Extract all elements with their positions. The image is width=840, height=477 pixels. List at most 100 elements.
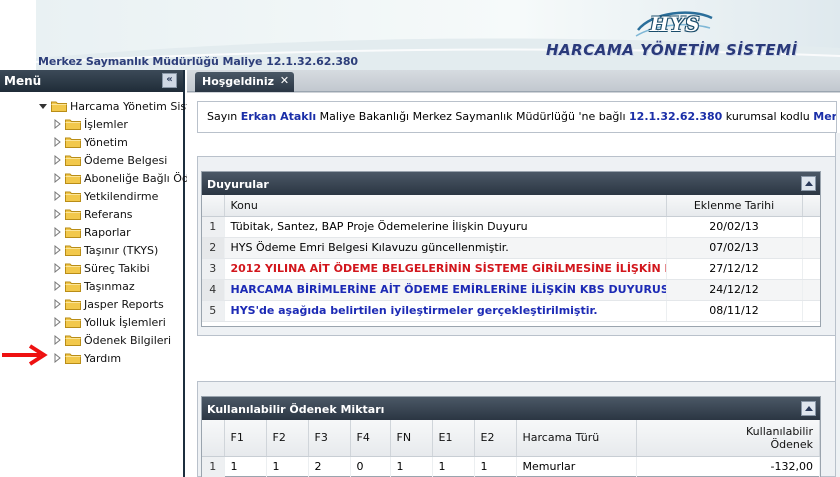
announcement-subject-text[interactable]: HYS'de aşağıda belirtilen iyileştirmeler… bbox=[231, 304, 598, 317]
announcements-col-subject[interactable]: Konu bbox=[224, 195, 667, 217]
announcement-subject[interactable]: HYS'de aşağıda belirtilen iyileştirmeler… bbox=[224, 300, 667, 322]
budget-col-fn[interactable]: FN bbox=[390, 420, 433, 457]
folder-icon bbox=[65, 334, 81, 346]
menu-root-item[interactable]: Harcama Yönetim Sisten bbox=[38, 98, 204, 114]
announcement-date: 08/11/12 bbox=[666, 300, 803, 322]
expand-arrow-icon[interactable] bbox=[52, 209, 62, 219]
announcement-subject-text[interactable]: HARCAMA BİRİMLERİNE AİT ÖDEME EMİRLERİNE… bbox=[231, 283, 666, 296]
welcome-banner: Sayın Erkan Ataklı Maliye Bakanlığı Merk… bbox=[197, 101, 837, 133]
announcement-subject-text[interactable]: Tübitak, Santez, BAP Proje Ödemelerine İ… bbox=[231, 220, 528, 233]
tab-close-icon[interactable]: ✕ bbox=[280, 74, 289, 87]
expand-arrow-icon[interactable] bbox=[52, 281, 62, 291]
menu-item[interactable]: Yardım bbox=[52, 350, 121, 366]
expand-arrow-icon[interactable] bbox=[52, 299, 62, 309]
budget-col-available-line2: Ödenek bbox=[770, 437, 813, 451]
expand-arrow-icon[interactable] bbox=[52, 317, 62, 327]
announcement-row[interactable]: 3 2012 YILINA AİT ÖDEME BELGELERİNİN SİST… bbox=[202, 258, 820, 280]
expand-arrow-icon[interactable] bbox=[52, 335, 62, 345]
menu-item-label: Ödenek Bilgileri bbox=[84, 333, 172, 347]
budget-cell-f2: 1 bbox=[266, 456, 309, 477]
menu-item-label: Jasper Reports bbox=[84, 297, 164, 311]
budget-row[interactable]: 1 1 1 2 0 1 1 1 Memurlar -132,00 bbox=[202, 456, 820, 477]
menu-item-label: Ödeme Belgesi bbox=[84, 153, 168, 167]
expand-arrow-icon[interactable] bbox=[52, 155, 62, 165]
folder-icon bbox=[65, 172, 81, 184]
menu-item[interactable]: Aboneliğe Bağlı Öden bbox=[52, 170, 203, 186]
expand-arrow-icon[interactable] bbox=[52, 353, 62, 363]
budget-cell-f3: 2 bbox=[308, 456, 351, 477]
announcement-subject-text[interactable]: HYS Ödeme Emri Belgesi Kılavuzu güncelle… bbox=[231, 241, 509, 254]
tab-welcome[interactable]: Hoşgeldiniz ✕ bbox=[195, 72, 295, 92]
announcement-subject[interactable]: HARCAMA BİRİMLERİNE AİT ÖDEME EMİRLERİNE… bbox=[224, 279, 667, 301]
menu-item[interactable]: Ödenek Bilgileri bbox=[52, 332, 171, 348]
announcement-row[interactable]: 2 HYS Ödeme Emri Belgesi Kılavuzu güncell… bbox=[202, 237, 820, 259]
menu-item[interactable]: Yolluk İşlemleri bbox=[52, 314, 166, 330]
expand-arrow-icon[interactable] bbox=[52, 263, 62, 273]
folder-icon bbox=[65, 244, 81, 256]
menu-item[interactable]: Taşınır (TKYS) bbox=[52, 242, 158, 258]
announcement-row[interactable]: 5 HYS'de aşağıda belirtilen iyileştirmele… bbox=[202, 300, 820, 322]
welcome-suffix: kurumsal kodlu bbox=[725, 110, 810, 123]
announcement-subject[interactable]: 2012 YILINA AİT ÖDEME BELGELERİNİN SİSTE… bbox=[224, 258, 667, 280]
announcements-col-date[interactable]: Eklenme Tarihi bbox=[666, 195, 803, 217]
menu-item-label: Yolluk İşlemleri bbox=[84, 315, 166, 329]
budget-col-f3[interactable]: F3 bbox=[308, 420, 351, 457]
announcement-spacer bbox=[802, 216, 820, 238]
budget-col-f1[interactable]: F1 bbox=[224, 420, 267, 457]
announcement-subject[interactable]: Tübitak, Santez, BAP Proje Ödemelerine İ… bbox=[224, 216, 667, 238]
menu-item-label: Yardım bbox=[84, 351, 122, 365]
collapse-menu-button[interactable]: « bbox=[162, 73, 177, 88]
expanded-arrow-icon[interactable] bbox=[38, 101, 48, 111]
announcement-subject-text[interactable]: 2012 YILINA AİT ÖDEME BELGELERİNİN SİSTE… bbox=[231, 262, 666, 275]
menu-item[interactable]: Süreç Takibi bbox=[52, 260, 150, 276]
red-pointer-arrow-icon bbox=[2, 344, 48, 366]
announcement-spacer bbox=[802, 237, 820, 259]
budget-col-available[interactable]: Kullanılabilir Ödenek bbox=[636, 420, 820, 457]
budget-col-e2[interactable]: E2 bbox=[474, 420, 517, 457]
menu-item[interactable]: Jasper Reports bbox=[52, 296, 164, 312]
expand-arrow-icon[interactable] bbox=[52, 173, 62, 183]
budget-cell-f1: 1 bbox=[224, 456, 267, 477]
expand-arrow-icon[interactable] bbox=[52, 227, 62, 237]
budget-col-f2[interactable]: F2 bbox=[266, 420, 309, 457]
announcement-row[interactable]: 1 Tübitak, Santez, BAP Proje Ödemelerine … bbox=[202, 216, 820, 238]
menu-item[interactable]: Taşınmaz bbox=[52, 278, 135, 294]
expand-arrow-icon[interactable] bbox=[52, 191, 62, 201]
announcement-date: 20/02/13 bbox=[666, 216, 803, 238]
menu-item-label: Yönetim bbox=[84, 135, 128, 149]
folder-icon bbox=[65, 118, 81, 130]
welcome-middle: Maliye Bakanlığı Merkez Saymanlık Müdürl… bbox=[319, 110, 626, 123]
menu-header: Menü « bbox=[0, 70, 183, 92]
announcement-row[interactable]: 4 HARCAMA BİRİMLERİNE AİT ÖDEME EMİRLERİN… bbox=[202, 279, 820, 301]
announcements-title: Duyurular bbox=[207, 178, 269, 191]
menu-item[interactable]: Ödeme Belgesi bbox=[52, 152, 167, 168]
budget-table: F1 F2 F3 F4 FN E1 E2 Harcama Türü Kullanılabilir… bbox=[202, 420, 820, 477]
budget-col-e1[interactable]: E1 bbox=[432, 420, 475, 457]
menu-item[interactable]: Raporlar bbox=[52, 224, 131, 240]
announcement-index: 1 bbox=[202, 216, 225, 238]
budget-panel: Kullanılabilir Ödenek Miktarı F1 F2 F3 F4 FN… bbox=[201, 396, 821, 477]
expand-arrow-icon[interactable] bbox=[52, 137, 62, 147]
announcements-collapse-icon[interactable] bbox=[801, 176, 816, 191]
expand-arrow-icon[interactable] bbox=[52, 245, 62, 255]
menu-item[interactable]: Yönetim bbox=[52, 134, 128, 150]
folder-icon bbox=[65, 262, 81, 274]
announcement-index: 2 bbox=[202, 237, 225, 259]
menu-item[interactable]: Referans bbox=[52, 206, 133, 222]
expand-arrow-icon[interactable] bbox=[52, 119, 62, 129]
budget-cell-amount: -132,00 bbox=[636, 456, 820, 477]
menu-item[interactable]: Yetkilendirme bbox=[52, 188, 158, 204]
budget-cell-e1: 1 bbox=[432, 456, 475, 477]
budget-col-f4[interactable]: F4 bbox=[350, 420, 391, 457]
budget-collapse-icon[interactable] bbox=[801, 401, 816, 416]
header-subtitle: Merkez Saymanlık Müdürlüğü Maliye 12.1.3… bbox=[38, 55, 358, 68]
folder-icon bbox=[65, 154, 81, 166]
announcement-subject[interactable]: HYS Ödeme Emri Belgesi Kılavuzu güncelle… bbox=[224, 237, 667, 259]
menu-item[interactable]: İşlemler bbox=[52, 116, 128, 132]
budget-col-harcama-türü[interactable]: Harcama Türü bbox=[516, 420, 637, 457]
budget-cell-type: Memurlar bbox=[516, 456, 637, 477]
welcome-prefix: Sayın bbox=[207, 110, 238, 123]
budget-cell-fn: 1 bbox=[390, 456, 433, 477]
welcome-unit: Merkez Saymanlık Müdürlüğü bbox=[813, 110, 837, 123]
menu-item-label: Taşınmaz bbox=[84, 279, 135, 293]
